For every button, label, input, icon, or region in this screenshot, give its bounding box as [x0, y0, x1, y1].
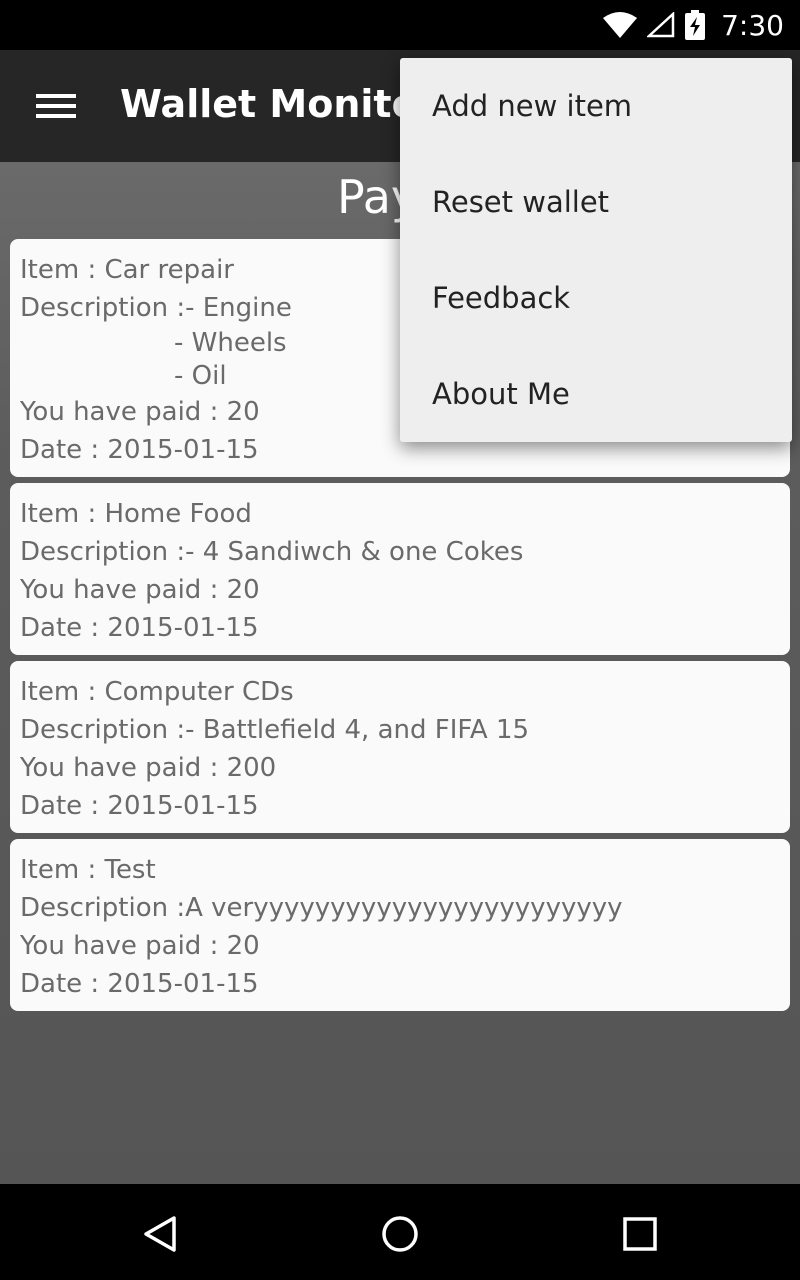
item-description: Description :A veryyyyyyyyyyyyyyyyyyyyyy…	[20, 893, 623, 923]
app-title: Wallet Monitor	[120, 82, 437, 126]
status-time: 7:30	[721, 8, 784, 42]
item-paid: You have paid : 20	[20, 931, 260, 961]
battery-charging-icon	[685, 10, 706, 40]
hamburger-menu-icon[interactable]	[36, 94, 76, 118]
menu-item-reset-wallet[interactable]: Reset wallet	[400, 154, 792, 250]
home-icon[interactable]	[378, 1212, 422, 1256]
payment-card[interactable]: Item : Computer CDs Description :- Battl…	[10, 661, 790, 833]
item-date: Date : 2015-01-15	[20, 791, 259, 821]
item-paid: You have paid : 20	[20, 575, 260, 605]
item-name: Item : Test	[20, 855, 156, 885]
payment-card[interactable]: Item : Test Description :A veryyyyyyyyyy…	[10, 839, 790, 1011]
item-description: Description :- Battlefield 4, and FIFA 1…	[20, 715, 530, 745]
status-bar: 7:30	[0, 0, 800, 50]
item-name: Item : Home Food	[20, 499, 252, 529]
recents-icon[interactable]	[618, 1212, 662, 1256]
signal-icon	[647, 12, 675, 38]
item-name: Item : Computer CDs	[20, 677, 294, 707]
item-date: Date : 2015-01-15	[20, 613, 259, 643]
menu-item-add-new-item[interactable]: Add new item	[400, 58, 792, 154]
item-paid: You have paid : 200	[20, 753, 277, 783]
back-icon[interactable]	[138, 1212, 182, 1256]
status-icons: 7:30	[603, 0, 784, 50]
menu-item-about-me[interactable]: About Me	[400, 346, 792, 442]
overflow-menu: Add new item Reset wallet Feedback About…	[400, 58, 792, 442]
navigation-bar	[0, 1184, 800, 1280]
item-date: Date : 2015-01-15	[20, 969, 259, 999]
menu-item-feedback[interactable]: Feedback	[400, 250, 792, 346]
item-description: Description :- 4 Sandiwch & one Cokes	[20, 537, 524, 567]
wifi-icon	[603, 12, 638, 38]
payment-card[interactable]: Item : Home Food Description :- 4 Sandiw…	[10, 483, 790, 655]
